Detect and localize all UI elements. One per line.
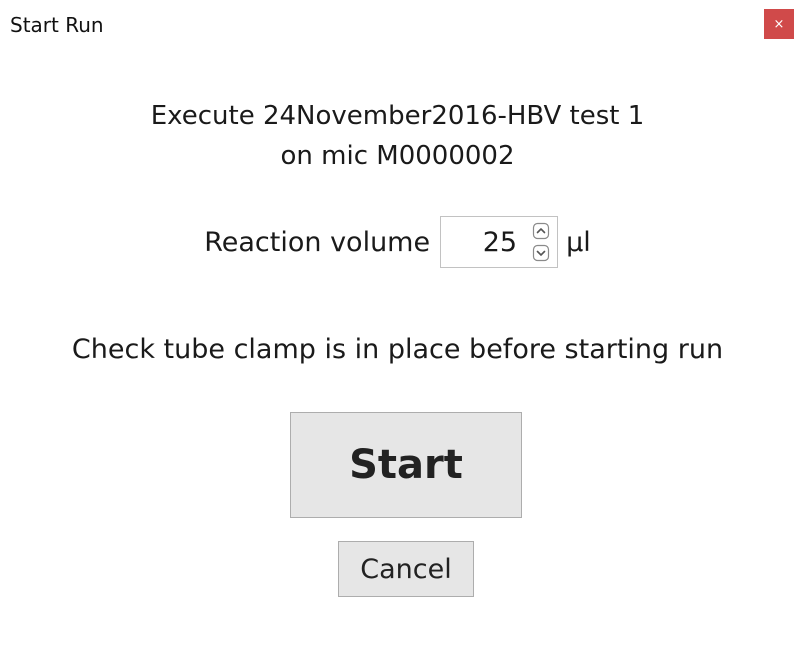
run-heading: Execute 24November2016-HBV test 1 on mic… [0, 96, 795, 176]
volume-spinner [527, 220, 555, 264]
window-title: Start Run [10, 13, 104, 37]
reaction-volume-stepper[interactable]: 25 [440, 216, 559, 268]
increment-button[interactable] [527, 220, 555, 242]
close-button[interactable]: × [764, 9, 794, 39]
heading-line-experiment: Execute 24November2016-HBV test 1 [150, 101, 645, 131]
reaction-volume-label: Reaction volume [204, 226, 431, 258]
start-button[interactable]: Start [290, 412, 522, 518]
cancel-button[interactable]: Cancel [338, 541, 474, 597]
reaction-volume-row: Reaction volume 25 µl [0, 214, 795, 270]
chevron-down-icon [532, 244, 550, 262]
heading-line-instrument: on mic M0000002 [280, 141, 515, 171]
title-bar: Start Run × [0, 0, 795, 50]
reaction-volume-input[interactable]: 25 [441, 227, 523, 258]
tube-clamp-instruction: Check tube clamp is in place before star… [71, 334, 724, 365]
volume-unit-label: µl [566, 226, 591, 258]
chevron-up-icon [532, 222, 550, 240]
decrement-button[interactable] [527, 242, 555, 264]
start-run-dialog: Start Run × Execute 24November2016-HBV t… [0, 0, 795, 651]
close-icon: × [773, 16, 785, 32]
